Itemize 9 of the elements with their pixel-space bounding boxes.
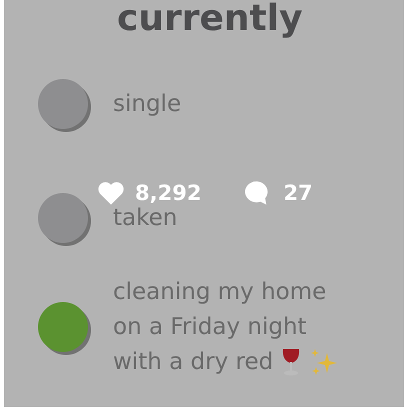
comment-count: 27 xyxy=(283,182,313,204)
heart-icon xyxy=(97,180,125,206)
post-image[interactable]: currently single taken cleaning my home on a Friday night with a dry red 8,292 27 xyxy=(4,0,404,407)
like-count: 8,292 xyxy=(135,182,202,204)
wine-glass-icon xyxy=(281,347,302,378)
title: currently xyxy=(117,0,303,38)
option-label: cleaning my home on a Friday night with a dry red xyxy=(113,274,361,380)
option-label: single xyxy=(113,90,182,118)
option-label: taken xyxy=(113,204,178,232)
